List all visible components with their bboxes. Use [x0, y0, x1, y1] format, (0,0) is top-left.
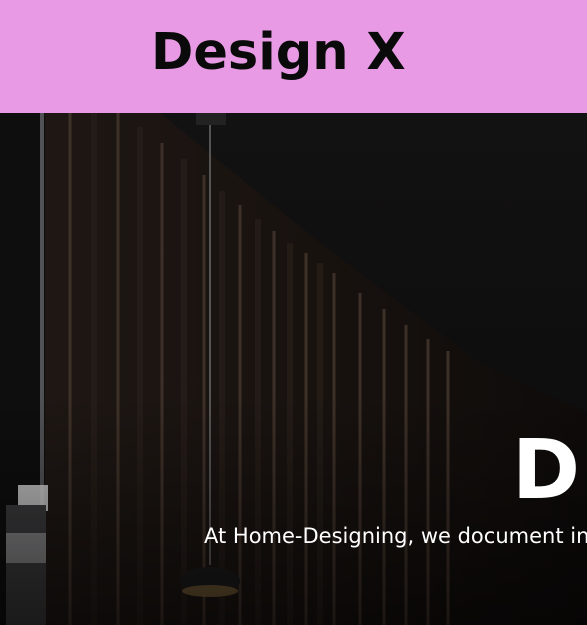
hero-banner: DE At Home-Designing, we document interi…: [0, 113, 587, 625]
page: Design X D At Home-Designing, we documen…: [0, 0, 587, 625]
brand-logo-text[interactable]: Design X: [151, 22, 406, 84]
site-header: Design X: [0, 0, 587, 113]
hero-heading: DE: [512, 423, 587, 518]
hero-description: At Home-Designing, we document interior: [204, 524, 587, 548]
